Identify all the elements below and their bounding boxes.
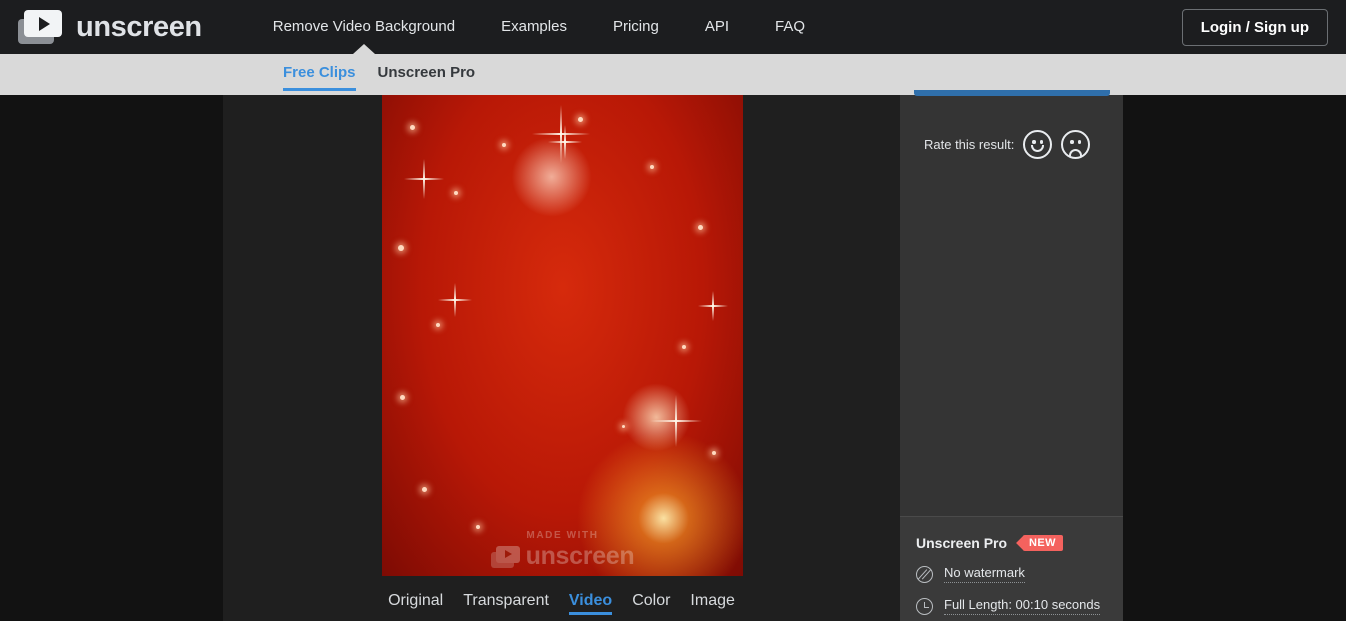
nav-item-label: Examples	[501, 18, 567, 35]
top-navigation-bar: unscreen Remove Video Background Example…	[0, 0, 1346, 54]
nav-item-api[interactable]: API	[682, 0, 752, 54]
video-preview[interactable]: MADE WITH unscreen	[382, 95, 743, 576]
clock-icon	[916, 597, 933, 615]
nav-item-label: API	[704, 18, 729, 35]
video-background	[382, 95, 743, 576]
rate-result-label: Rate this result:	[924, 137, 1015, 152]
tab-unscreen-pro[interactable]: Unscreen Pro	[378, 56, 476, 90]
nav-item-label: Remove Video Background	[272, 18, 456, 35]
secondary-tab-bar: Free Clips Unscreen Pro	[0, 54, 1346, 95]
brand-logo[interactable]: unscreen	[18, 10, 202, 44]
nav-item-pricing[interactable]: Pricing	[590, 0, 682, 54]
pro-feature-label: Full Length: 00:10 seconds	[944, 597, 1101, 615]
nav-item-label: Pricing	[612, 18, 659, 35]
no-watermark-icon	[916, 565, 933, 583]
nav-item-examples[interactable]: Examples	[478, 0, 590, 54]
pro-feature-label: No watermark	[944, 565, 1025, 583]
tab-color[interactable]: Color	[632, 592, 670, 615]
unscreen-pro-promo-panel[interactable]: Unscreen Pro NEW No watermark Full Lengt…	[900, 516, 1123, 621]
smiley-face-icon[interactable]	[1023, 130, 1053, 159]
nav-item-faq[interactable]: FAQ	[752, 0, 828, 54]
status-badge-new: NEW	[1023, 535, 1063, 551]
nav-items: Remove Video Background Examples Pricing…	[250, 0, 828, 54]
pro-panel-title: Unscreen Pro	[916, 535, 1008, 551]
tab-image[interactable]: Image	[690, 592, 734, 615]
download-button-partial[interactable]	[914, 90, 1110, 96]
nav-item-label: FAQ	[775, 18, 806, 35]
pro-feature-full-length: Full Length: 00:10 seconds	[916, 597, 1107, 615]
rate-result-row: Rate this result:	[924, 130, 1091, 159]
tab-original[interactable]: Original	[388, 592, 443, 615]
nav-item-remove-video-background[interactable]: Remove Video Background	[250, 0, 478, 54]
tab-free-clips[interactable]: Free Clips	[283, 56, 356, 91]
unscreen-app-page: unscreen Remove Video Background Example…	[0, 0, 1346, 621]
brand-name: unscreen	[76, 10, 202, 43]
login-signup-button[interactable]: Login / Sign up	[1181, 9, 1328, 46]
pro-feature-no-watermark: No watermark	[916, 565, 1107, 583]
frowny-face-icon[interactable]	[1061, 130, 1091, 159]
tab-video[interactable]: Video	[568, 592, 613, 615]
right-sidebar: Rate this result: Unscreen Pro NEW No wa…	[900, 90, 1123, 621]
pro-panel-header: Unscreen Pro NEW	[916, 535, 1107, 551]
background-mode-tabs: Original Transparent Video Color Image	[223, 586, 900, 621]
tab-transparent[interactable]: Transparent	[463, 592, 549, 615]
video-frames-play-icon	[18, 10, 64, 44]
